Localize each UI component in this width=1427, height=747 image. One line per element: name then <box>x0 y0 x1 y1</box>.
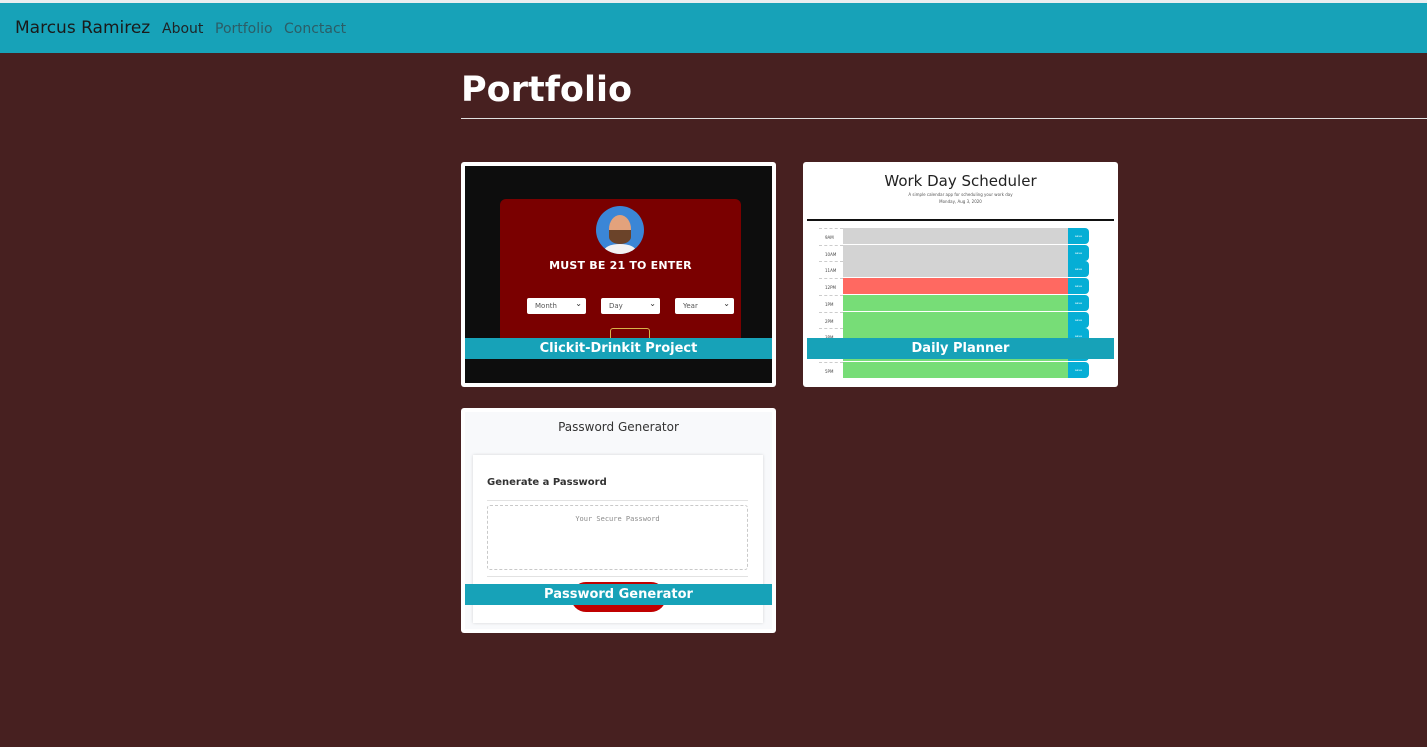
navbar: Marcus Ramirez About Portfolio Conctact <box>0 3 1427 53</box>
project-caption: Clickit-Drinkit Project <box>465 338 772 359</box>
time-block-future <box>843 294 1068 311</box>
hour-label: 10AM <box>819 244 843 261</box>
hour-label: 5PM <box>819 361 843 378</box>
time-block-past <box>843 261 1068 278</box>
hour-label: 12PM <box>819 278 843 294</box>
hour-label: 11AM <box>819 261 843 277</box>
time-block-row: 12PM save <box>819 278 1089 295</box>
time-block-past <box>843 228 1068 244</box>
time-block-past <box>843 244 1068 261</box>
time-block-row: 5PM save <box>819 361 1089 378</box>
project-card-clickit-drinkit[interactable]: MUST BE 21 TO ENTER Month Day Year Click… <box>461 162 776 387</box>
time-block-present <box>843 278 1068 295</box>
project-card-daily-planner[interactable]: Work Day Scheduler A simple calendar app… <box>803 162 1118 387</box>
scheduler-date: Monday, Aug 3, 2020 <box>939 199 982 204</box>
navbar-brand[interactable]: Marcus Ramirez <box>15 18 150 38</box>
generator-header: Password Generator <box>558 420 679 434</box>
nav-link-contact[interactable]: Conctact <box>284 21 346 37</box>
password-textarea: Your Secure Password <box>487 505 748 570</box>
save-button: save <box>1068 244 1089 261</box>
time-block-row: 1PM save <box>819 294 1089 311</box>
time-block-future <box>843 311 1068 328</box>
scheduler-subtitle: A simple calendar app for scheduling you… <box>908 192 1013 197</box>
hour-label: 2PM <box>819 311 843 328</box>
save-button: save <box>1068 311 1089 328</box>
scheduler-divider <box>807 219 1114 221</box>
time-block-row: 2PM save <box>819 311 1089 328</box>
scheduler-title: Work Day Scheduler <box>884 172 1037 190</box>
title-divider <box>461 118 1427 119</box>
time-block-row: 10AM save <box>819 244 1089 261</box>
year-select: Year <box>675 298 734 314</box>
time-block-future <box>843 361 1068 378</box>
password-placeholder: Your Secure Password <box>575 515 660 523</box>
time-block-row: 9AM save <box>819 228 1089 244</box>
save-button: save <box>1068 278 1089 295</box>
project-caption: Password Generator <box>465 584 772 605</box>
page-title: Portfolio <box>461 70 633 110</box>
save-button: save <box>1068 228 1089 244</box>
time-block-row: 11AM save <box>819 261 1089 278</box>
day-select: Day <box>601 298 660 314</box>
nav-link-about[interactable]: About <box>162 21 203 37</box>
nav-link-portfolio[interactable]: Portfolio <box>215 21 273 37</box>
save-button: save <box>1068 294 1089 311</box>
age-gate-panel: MUST BE 21 TO ENTER Month Day Year <box>500 199 741 349</box>
project-card-password-generator[interactable]: Password Generator Generate a Password Y… <box>461 408 776 633</box>
generator-card-title: Generate a Password <box>487 477 607 488</box>
hour-label: 9AM <box>819 228 843 244</box>
hour-label: 1PM <box>819 294 843 311</box>
project-caption: Daily Planner <box>807 338 1114 359</box>
month-select: Month <box>527 298 586 314</box>
save-button: save <box>1068 361 1089 378</box>
age-gate-headline: MUST BE 21 TO ENTER <box>549 259 692 272</box>
save-button: save <box>1068 261 1089 278</box>
avatar <box>596 206 644 254</box>
